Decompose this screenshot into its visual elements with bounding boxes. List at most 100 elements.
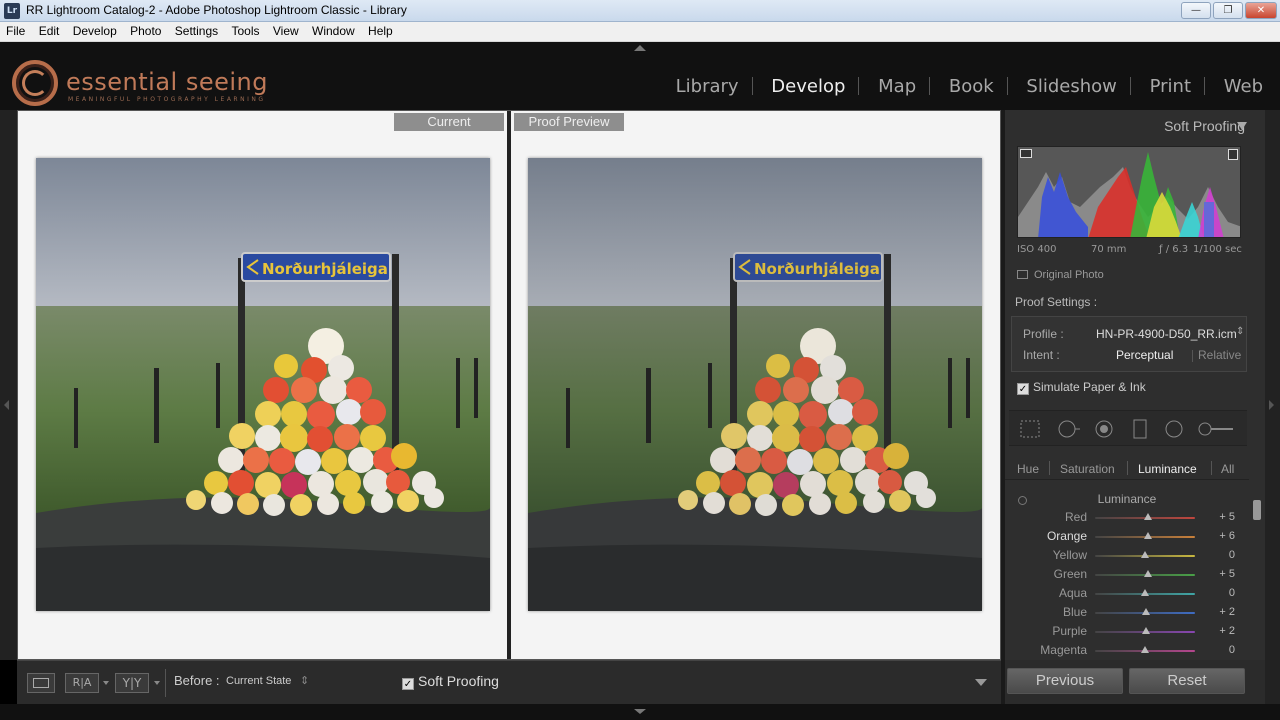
copy-settings-button[interactable]: Y|Y [115, 673, 149, 693]
slider-thumb[interactable] [1141, 646, 1149, 653]
slider-thumb[interactable] [1142, 608, 1150, 615]
luminance-slider-purple[interactable]: Purple + 2 [1005, 622, 1249, 641]
maximize-button[interactable]: ❐ [1213, 2, 1243, 19]
previous-button[interactable]: Previous [1007, 668, 1123, 694]
expand-filmstrip-icon[interactable] [634, 709, 646, 714]
minimize-button[interactable]: — [1181, 2, 1211, 19]
intent-separator [1192, 350, 1193, 362]
panel-collapse-icon[interactable] [1237, 122, 1247, 130]
collapse-right-panel-icon[interactable] [1269, 400, 1274, 410]
simulate-paper-ink-checkbox[interactable]: ✓ [1017, 383, 1029, 395]
slider-thumb[interactable] [1141, 551, 1149, 558]
module-slideshow[interactable]: Slideshow [1026, 76, 1116, 97]
proof-preview-photo[interactable]: Norðurhjáleiga [528, 158, 982, 611]
menu-tools[interactable]: Tools [228, 22, 264, 38]
luminance-slider-blue[interactable]: Blue + 2 [1005, 603, 1249, 622]
simulate-paper-ink-toggle[interactable]: ✓ Simulate Paper & Ink [1017, 380, 1146, 395]
out-of-gamut-warning-icon[interactable] [1228, 149, 1238, 160]
right-panel-scrollbar[interactable] [1253, 500, 1261, 520]
main-canvas: Current Proof Preview Norðurhjáleiga Nor… [17, 110, 1001, 660]
luminance-slider-aqua[interactable]: Aqua 0 [1005, 584, 1249, 603]
left-panel-collapsed[interactable] [0, 110, 17, 660]
slider-label: Purple [1052, 624, 1087, 638]
loupe-view-button[interactable] [27, 673, 55, 693]
module-library[interactable]: Library [676, 76, 739, 97]
luminance-slider-green[interactable]: Green + 5 [1005, 565, 1249, 584]
before-after-view-button[interactable]: R|A [65, 673, 99, 693]
tool-strip [1009, 410, 1247, 446]
tab-separator [1049, 461, 1050, 475]
hsl-tabs: Hue Saturation Luminance All [1005, 454, 1249, 480]
reset-button[interactable]: Reset [1129, 668, 1245, 694]
graduated-filter-tool[interactable] [1129, 419, 1151, 439]
menu-develop[interactable]: Develop [69, 22, 121, 38]
slider-value[interactable]: + 6 [1205, 530, 1235, 542]
soft-proofing-toggle[interactable]: ✓ Soft Proofing [402, 673, 499, 690]
soft-proofing-panel-title[interactable]: Soft Proofing [1005, 118, 1245, 134]
copy-settings-dropdown-icon[interactable] [154, 681, 160, 685]
soft-proofing-checkbox[interactable]: ✓ [402, 678, 414, 690]
module-print[interactable]: Print [1150, 76, 1191, 97]
luminance-slider-red[interactable]: Red + 5 [1005, 508, 1249, 527]
tab-hue[interactable]: Hue [1017, 462, 1039, 476]
before-label: Before : [174, 673, 220, 688]
luminance-slider-yellow[interactable]: Yellow 0 [1005, 546, 1249, 565]
slider-label: Green [1053, 567, 1087, 581]
menu-file[interactable]: File [2, 22, 29, 38]
module-develop[interactable]: Develop [771, 76, 845, 97]
menu-window[interactable]: Window [308, 22, 359, 38]
toolbar-content-menu-icon[interactable] [975, 679, 987, 686]
menu-view[interactable]: View [269, 22, 303, 38]
module-web[interactable]: Web [1224, 76, 1263, 97]
slider-thumb[interactable] [1143, 513, 1152, 520]
histogram[interactable] [1017, 146, 1241, 238]
tab-saturation[interactable]: Saturation [1060, 462, 1115, 476]
window-title: RR Lightroom Catalog-2 - Adobe Photoshop… [26, 3, 407, 17]
menu-bar: File Edit Develop Photo Settings Tools V… [0, 22, 1280, 42]
collapse-top-panel-icon[interactable] [634, 45, 646, 51]
slider-thumb[interactable] [1142, 627, 1150, 634]
menu-help[interactable]: Help [364, 22, 397, 38]
slider-value[interactable]: + 5 [1205, 568, 1235, 580]
luminance-slider-magenta[interactable]: Magenta 0 [1005, 641, 1249, 660]
luminance-slider-orange[interactable]: Orange + 6 [1005, 527, 1249, 546]
slider-value[interactable]: 0 [1205, 644, 1235, 656]
menu-settings[interactable]: Settings [171, 22, 222, 38]
histogram-graph [1018, 152, 1240, 237]
module-map[interactable]: Map [878, 76, 916, 97]
slider-thumb[interactable] [1143, 570, 1152, 577]
radial-filter-tool[interactable] [1163, 419, 1185, 439]
shadow-clipping-icon[interactable] [1020, 149, 1032, 158]
slider-value[interactable]: + 2 [1205, 606, 1235, 618]
crop-overlay-tool[interactable] [1019, 419, 1041, 439]
spot-removal-tool[interactable] [1057, 419, 1080, 439]
slider-thumb[interactable] [1144, 532, 1152, 539]
view-mode-dropdown-icon[interactable] [103, 681, 109, 685]
module-book[interactable]: Book [949, 76, 994, 97]
intent-perceptual[interactable]: Perceptual [1116, 348, 1173, 362]
profile-select[interactable]: HN-PR-4900-D50_RR.icm [1096, 327, 1237, 341]
slider-value[interactable]: + 2 [1205, 625, 1235, 637]
before-state-select[interactable]: Current State [226, 675, 291, 687]
close-button[interactable]: ✕ [1245, 2, 1277, 19]
slider-value[interactable]: 0 [1205, 549, 1235, 561]
slider-value[interactable]: + 5 [1205, 511, 1235, 523]
tab-luminance[interactable]: Luminance [1138, 462, 1197, 476]
slider-label: Yellow [1052, 548, 1087, 562]
profile-dropdown-icon[interactable]: ⇕ [1236, 326, 1244, 337]
red-eye-tool[interactable] [1093, 419, 1115, 439]
exif-focal-length: 70 mm [1091, 244, 1127, 255]
current-photo[interactable]: Norðurhjáleiga [36, 158, 490, 611]
proof-settings-box: Profile : HN-PR-4900-D50_RR.icm ⇕ Intent… [1011, 316, 1247, 372]
menu-edit[interactable]: Edit [35, 22, 64, 38]
adjustment-brush-tool[interactable] [1197, 419, 1237, 439]
intent-relative[interactable]: Relative [1198, 348, 1241, 362]
menu-photo[interactable]: Photo [126, 22, 165, 38]
tab-all[interactable]: All [1221, 462, 1234, 476]
expand-left-panel-icon[interactable] [4, 400, 9, 410]
slider-value[interactable]: 0 [1205, 587, 1235, 599]
slider-thumb[interactable] [1141, 589, 1149, 596]
before-state-stepper-icon[interactable]: ⇕ [300, 674, 309, 687]
intent-label: Intent : [1023, 348, 1060, 362]
original-photo-toggle[interactable]: Original Photo [1017, 269, 1104, 281]
